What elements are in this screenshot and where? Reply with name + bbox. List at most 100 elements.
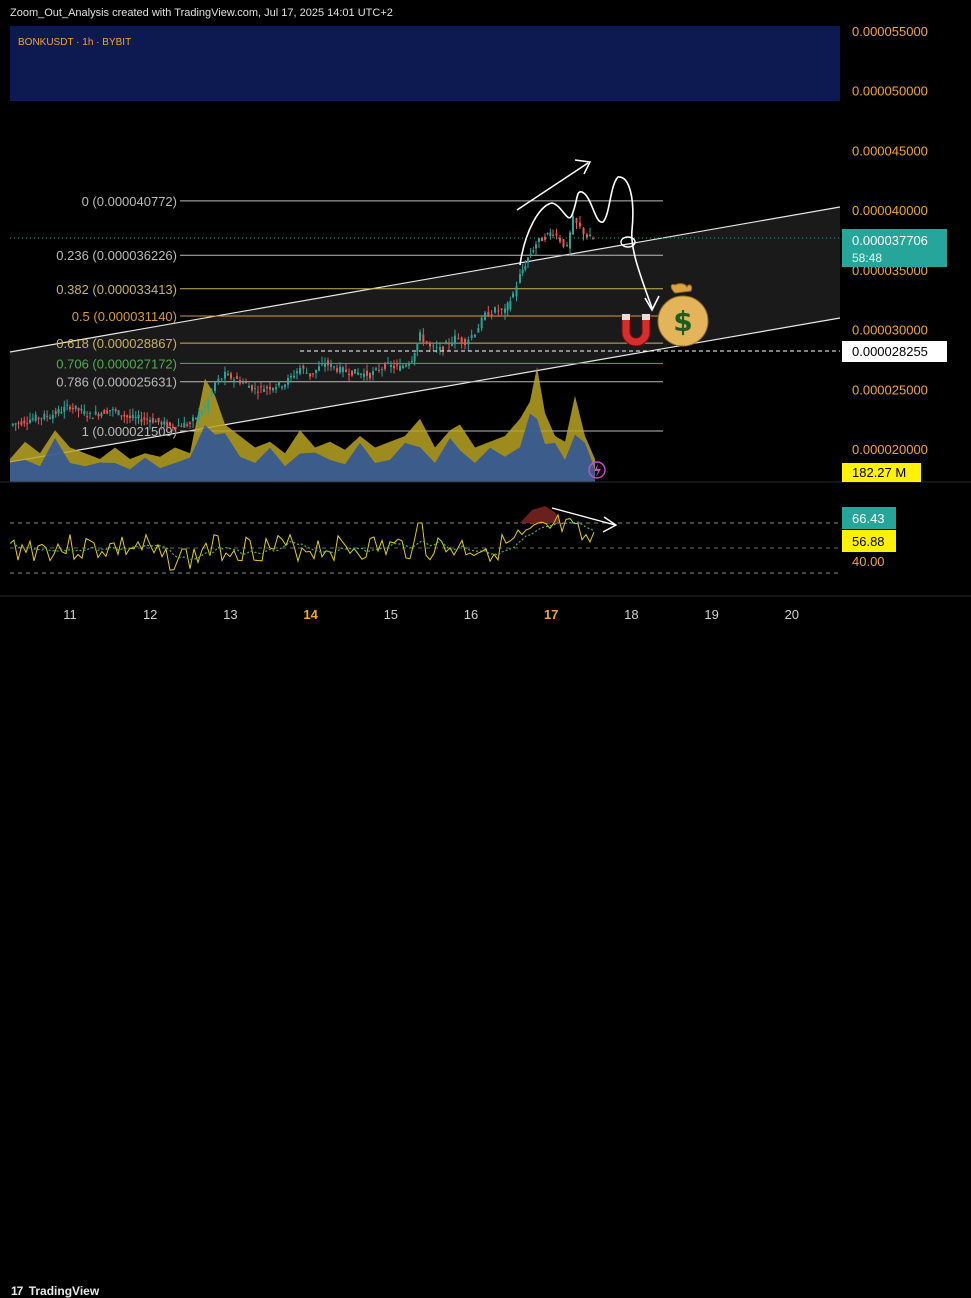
current-price-countdown: 58:48 [852,251,882,265]
candle-body [239,379,241,384]
candle-body [54,410,57,415]
candle-body [419,332,421,341]
candle-body [71,408,74,410]
candle-body [293,375,295,378]
price-tick-label: 0.000045000 [852,143,928,158]
candle-body [318,366,320,371]
candle-body [402,365,404,369]
candle-body [429,342,431,347]
candle-body [435,347,438,349]
candle-body [454,335,456,344]
candle-body [375,368,377,370]
candle-body [480,317,483,329]
candle-body [504,308,506,313]
candle-body [236,376,238,379]
candle-body [357,372,359,375]
candle-body [451,342,453,346]
candle-body [360,373,362,375]
candle-body [309,373,311,377]
candle-body [562,239,565,247]
time-tick-label: 12 [143,607,157,622]
candle-body [490,314,493,316]
candle-body [442,346,444,352]
candle-body [11,423,14,426]
candle-body [210,390,213,396]
candle-body [555,233,558,236]
candle-body [439,347,441,350]
candle-body [524,266,527,270]
candle-body [546,232,549,234]
candle-body [217,378,220,381]
candle-body [131,414,134,419]
volume-value: 182.27 M [852,465,906,480]
fib-level-label: 0.706 (0.000027172) [56,356,177,371]
candle-body [552,234,554,236]
candle-body [94,411,97,415]
candle-body [134,416,137,419]
rsi-level-40-label: 40.00 [852,554,885,569]
time-tick-label: 16 [464,607,478,622]
candle-body [538,238,540,242]
chart-area[interactable]: BONKUSDT · 1h · BYBIT 0 (0.000040772) 0.2… [0,26,971,640]
candle-body [582,227,585,235]
candle-body [345,369,347,372]
candle-body [519,274,521,283]
price-tick-label: 0.000055000 [852,26,928,39]
candle-body [445,341,447,345]
volume-value-label: 182.27 M [842,463,921,482]
time-tick-label: 15 [384,607,398,622]
rsi-divergence-arrow-head [602,516,618,533]
candle-body [14,423,17,425]
candle-body [339,366,341,373]
time-tick-label: 17 [544,607,558,622]
candle-body [393,365,395,369]
candle-body [470,335,473,338]
candle-body [494,307,496,313]
time-tick-label: 14 [303,607,318,622]
tradingview-logo[interactable]: 17 TradingView [11,1284,99,1298]
candle-body [31,418,34,420]
candle-body [227,373,229,376]
candle-body [369,373,371,379]
candle-body [109,410,111,412]
candle-body [233,379,235,381]
candle-body [290,375,292,378]
candle-body [263,389,265,392]
candle-body [464,339,466,346]
current-price-label: 0.000037706 58:48 [842,229,947,267]
candle-body [422,334,425,343]
candle-body [287,377,289,385]
candle-body [157,417,160,423]
candle-body [467,339,470,345]
candle-body [487,311,490,317]
candle-body [171,426,174,428]
candle-body [91,417,94,419]
candle-body [579,222,581,227]
footer: 17 TradingView [0,640,971,1298]
candle-body [411,361,413,363]
candle-body [174,427,177,430]
candle-body [336,368,338,372]
rsi-ma-label: 56.88 [842,530,896,552]
candle-body [180,425,183,427]
time-axis[interactable]: 11 12 13 14 15 16 17 18 19 20 [63,607,799,622]
candle-body [408,363,410,366]
candle-body [396,364,398,366]
candle-body [575,218,578,223]
candle-body [63,406,66,412]
rsi-ma-line [9,521,595,560]
top-highlight-band [10,26,840,101]
candle-body [321,363,323,365]
candle-body [527,257,529,263]
candle-body [460,337,463,343]
candle-body [74,405,77,410]
candle-body [529,253,532,255]
symbol-label: BONKUSDT · 1h · BYBIT [18,37,131,48]
candle-body [57,409,60,414]
price-tick-label: 0.000040000 [852,203,928,218]
candle-body [592,238,594,240]
candle-body [354,368,356,374]
price-chart[interactable]: BONKUSDT · 1h · BYBIT 0 (0.000040772) 0.2… [0,26,971,640]
candle-body [114,409,117,411]
rsi-ma-value: 56.88 [852,534,885,549]
